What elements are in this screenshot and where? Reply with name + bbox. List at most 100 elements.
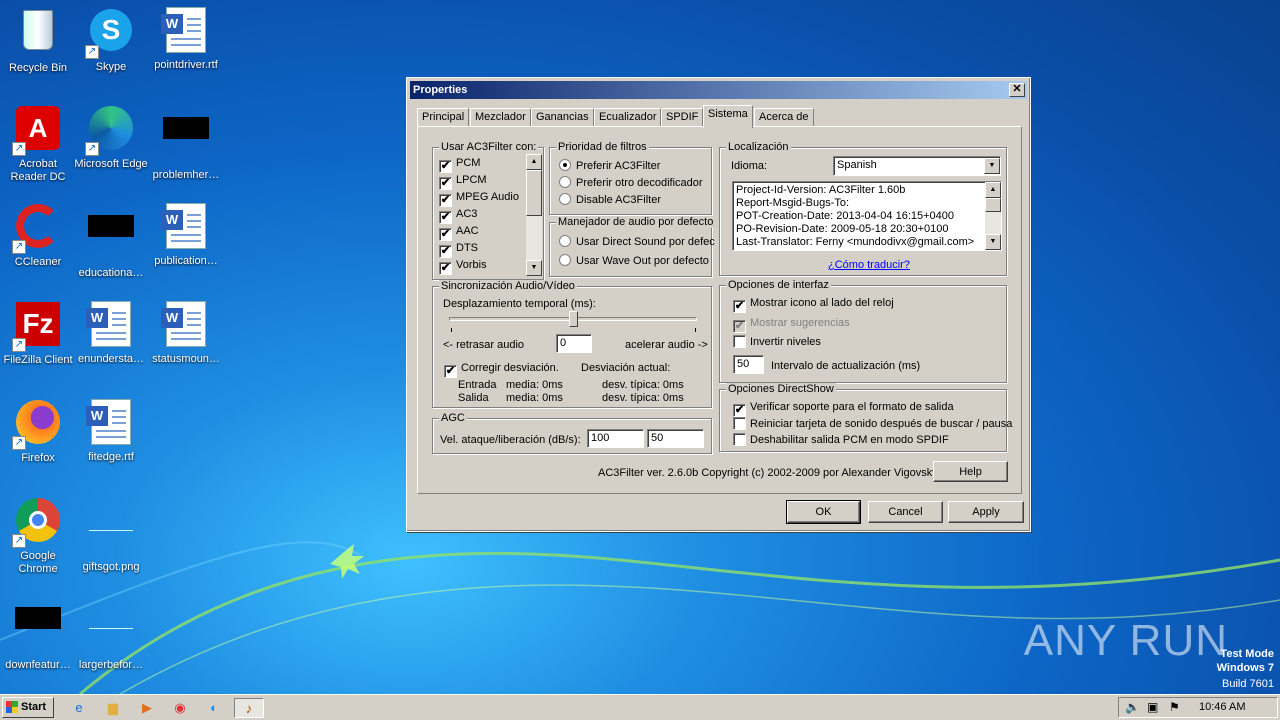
interface-option[interactable]: Invertir niveles [733,335,821,349]
interface-option[interactable]: ✔ Mostrar icono al lado del reloj [733,296,894,313]
use-filter-item[interactable]: ✔ LPCM [439,173,487,190]
desktop-icon[interactable]: problemher… [148,104,224,182]
window-titlebar[interactable]: Properties ✕ [410,81,1027,99]
radio-button[interactable] [559,235,571,247]
tab-sistema[interactable]: Sistema [703,105,753,128]
radio-button[interactable] [559,193,571,205]
radio-button[interactable] [559,159,571,171]
time-shift-input[interactable]: 0 [556,334,592,353]
radio-option[interactable]: Usar Wave Out por defecto [559,254,709,268]
use-filter-item[interactable]: ✔ AC3 [439,207,477,224]
desktop-icon[interactable]: Wpublication… [148,202,224,268]
checkbox-check-icon[interactable] [733,335,746,348]
desktop-icon[interactable]: S ↗ Skype [73,6,149,74]
volume-icon[interactable]: 🔈 [1125,700,1140,714]
info-scroll-down-icon[interactable]: ▼ [985,234,1001,250]
desktop-icon[interactable]: Wenundersta… [73,300,149,366]
correct-deviation-check[interactable]: ✔ [444,365,457,378]
info-scrollbar[interactable]: ▲ ▼ [985,182,1001,250]
use-filter-item[interactable]: ✔ MPEG Audio [439,190,519,207]
release-rate-input[interactable]: 50 [647,429,704,448]
use-filter-item[interactable]: ✔ Vorbis [439,258,487,275]
desktop-icon[interactable]: ↗ Firefox [0,398,76,465]
apply-button[interactable]: Apply [948,501,1024,523]
scroll-down-icon[interactable]: ▼ [526,260,542,276]
directshow-option[interactable]: Deshabilitar salida PCM en modo SPDIF [733,433,949,447]
desktop-icon[interactable]: largerbefor… [73,594,149,672]
desktop-icon[interactable]: ↗ Microsoft Edge [73,104,149,171]
desktop-icon[interactable]: downfeatur… [0,594,76,672]
time-shift-slider-thumb[interactable] [568,311,578,327]
info-scroll-up-icon[interactable]: ▲ [985,182,1001,198]
checkbox-check-icon[interactable]: ✔ [439,211,452,224]
checkbox-check-icon[interactable]: ✔ [733,320,746,333]
desktop-icon[interactable]: ↗ Google Chrome [0,496,76,576]
desktop-icon[interactable]: ↗ CCleaner [0,202,76,269]
use-filter-item[interactable]: ✔ PCM [439,156,480,173]
tab-principal[interactable]: Principal [417,108,470,127]
checkbox-check-icon[interactable]: ✔ [439,194,452,207]
desktop-icon[interactable]: Recycle Bin [0,6,76,75]
desktop-icon[interactable]: Wpointdriver.rtf [148,6,224,72]
radio-button[interactable] [559,176,571,188]
action-center-flag-icon[interactable]: ⚑ [1169,700,1180,714]
radio-option[interactable]: Preferir otro decodificador [559,176,703,190]
translation-info-box[interactable]: Project-Id-Version: AC3Filter 1.60b Repor… [732,181,1002,251]
scroll-up-icon[interactable]: ▲ [526,154,542,170]
checkbox-check-icon[interactable]: ✔ [439,177,452,190]
chrome-taskbar-icon[interactable]: ◉ [167,698,193,718]
copyright-text: AC3Filter ver. 2.6.0b Copyright (c) 2002… [598,467,938,479]
tab-ecualizador[interactable]: Ecualizador [594,108,662,127]
chevron-down-icon[interactable]: ▼ [984,158,1000,174]
radio-option[interactable]: Usar Direct Sound por defec [559,235,715,249]
cancel-button[interactable]: Cancel [868,501,943,523]
how-to-translate-link[interactable]: ¿Cómo traducir? [828,258,910,272]
use-filter-item[interactable]: ✔ AAC [439,224,479,241]
checkbox-check-icon[interactable]: ✔ [733,300,746,313]
close-icon[interactable]: ✕ [1009,83,1025,97]
interface-option-label: Mostrar icono al lado del reloj [750,297,894,309]
checkbox-check-icon[interactable] [733,416,746,430]
checkbox-check-icon[interactable]: ✔ [439,228,452,241]
radio-option[interactable]: Preferir AC3Filter [559,159,660,173]
desktop-icon[interactable]: Fz ↗ FileZilla Client [0,300,76,367]
tab-ganancias[interactable]: Ganancias [531,108,594,127]
start-button[interactable]: Start [2,697,54,718]
info-scroll-thumb[interactable] [985,198,1001,212]
shortcut-arrow-icon: ↗ [85,45,99,59]
tab-acerca-de[interactable]: Acerca de [754,108,814,127]
checkbox-check-icon[interactable]: ✔ [439,245,452,258]
use-filter-item[interactable]: ✔ DTS [439,241,478,258]
desktop-icon[interactable]: Wstatusmoun… [148,300,224,366]
scroll-thumb[interactable] [526,170,542,216]
directshow-option[interactable]: Reiniciar tarjeta de sonido después de b… [733,416,1012,431]
radio-button[interactable] [559,254,571,266]
correct-deviation-checkbox[interactable]: ✔ Corregir desviación. [444,361,559,378]
ok-button[interactable]: OK [786,500,861,524]
checkbox-check-icon[interactable] [733,433,746,446]
ac3filter-taskbar-icon[interactable]: ♪ [234,698,264,718]
checkbox-check-icon[interactable]: ✔ [439,262,452,275]
checkbox-check-icon[interactable]: ✔ [733,404,746,417]
desktop-icon[interactable]: A ↗ Acrobat Reader DC [0,104,76,184]
tab-mezclador[interactable]: Mezclador [470,108,531,127]
desktop-icon[interactable]: giftsgot.png [73,496,149,574]
radio-option[interactable]: Disable AC3Filter [559,193,661,207]
network-icon[interactable]: ▣ [1147,700,1158,714]
help-button[interactable]: Help [933,461,1008,482]
tab-spdif[interactable]: SPDIF [661,108,704,127]
desktop-icon[interactable]: Wfitedge.rtf [73,398,149,464]
refresh-interval-input[interactable]: 50 [733,355,764,374]
desktop-icon[interactable]: educationa… [73,202,149,280]
internet-explorer-icon[interactable]: e [66,698,92,718]
use-filter-scrollbar[interactable]: ▲ ▼ [526,154,542,276]
media-player-icon[interactable]: ▶ [134,698,160,718]
directshow-option[interactable]: ✔ Verificar soporte para el formato de sa… [733,400,954,417]
clock[interactable]: 10:46 AM [1199,701,1245,713]
edge-taskbar-icon[interactable]: ◐ [201,698,227,718]
language-select[interactable]: Spanish ▼ [833,156,1001,176]
attack-rate-input[interactable]: 100 [587,429,644,448]
interface-option[interactable]: ✔ Mostrar sugerencias [733,316,850,333]
file-explorer-icon[interactable]: ▆ [100,698,126,718]
checkbox-check-icon[interactable]: ✔ [439,160,452,173]
